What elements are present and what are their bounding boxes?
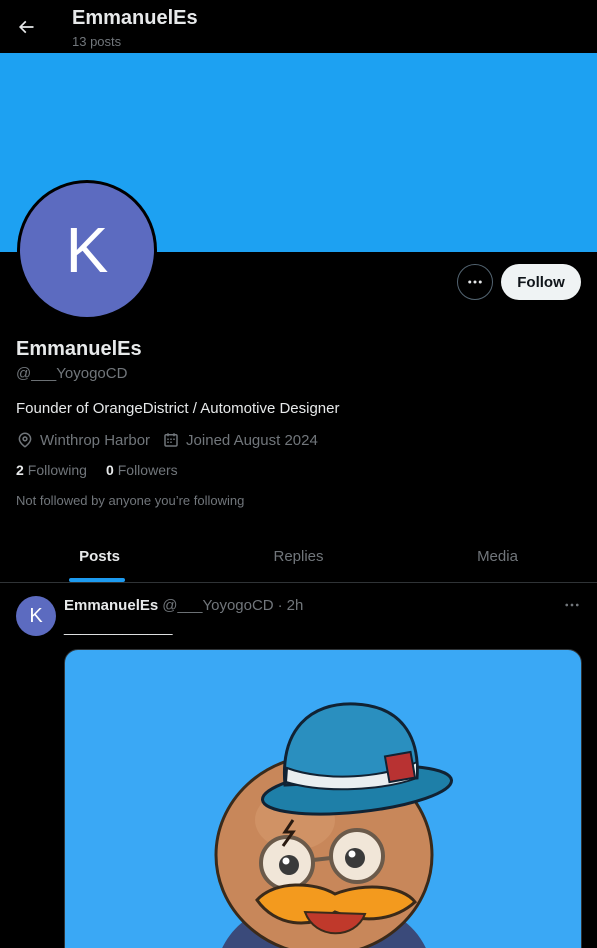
- back-button[interactable]: [10, 11, 42, 43]
- follow-stats: 2 Following 0 Followers: [16, 462, 197, 478]
- location-text: Winthrop Harbor: [40, 431, 151, 449]
- profile-handle: @___YoyogoCD: [16, 365, 128, 382]
- post-text: _____________: [64, 619, 173, 636]
- post-timestamp[interactable]: 2h: [287, 597, 304, 614]
- post-count: 13 posts: [72, 34, 122, 49]
- active-tab-indicator: [69, 578, 125, 582]
- post-item[interactable]: K EmmanuelEs @___YoyogoCD · 2h _________…: [0, 583, 597, 948]
- following-label: Following: [27, 462, 87, 478]
- post-media-image[interactable]: [64, 649, 582, 948]
- page-title: EmmanuelEs: [72, 7, 198, 29]
- follow-button[interactable]: Follow: [501, 264, 581, 300]
- post-separator: ·: [277, 597, 283, 614]
- profile-meta: Winthrop Harbor Joined August 2024: [16, 431, 330, 449]
- post-more-button[interactable]: [560, 595, 584, 615]
- duck-character-icon: [214, 702, 454, 948]
- followers-count: 0: [105, 462, 114, 478]
- more-horizontal-icon: [565, 603, 579, 607]
- following-link[interactable]: 2 Following: [16, 462, 87, 478]
- joined-text: Joined August 2024: [186, 431, 318, 449]
- post-avatar[interactable]: K: [16, 596, 56, 636]
- more-options-button[interactable]: [457, 264, 493, 300]
- profile-bio: Founder of OrangeDistrict / Automotive D…: [16, 400, 340, 417]
- location-item: Winthrop Harbor: [16, 431, 150, 449]
- location-pin-icon: [18, 432, 32, 448]
- post-header: EmmanuelEs @___YoyogoCD · 2h: [64, 597, 303, 614]
- more-horizontal-icon: [468, 280, 482, 284]
- profile-avatar[interactable]: K: [17, 180, 157, 320]
- tab-replies[interactable]: Replies: [199, 530, 398, 582]
- top-bar: EmmanuelEs 13 posts: [0, 0, 597, 53]
- tab-label: Posts: [79, 547, 120, 565]
- tab-label: Replies: [273, 547, 324, 565]
- calendar-icon: [164, 433, 178, 447]
- tab-media[interactable]: Media: [398, 530, 597, 582]
- avatar-letter: K: [20, 183, 154, 317]
- following-count: 2: [16, 462, 24, 478]
- tab-posts[interactable]: Posts: [0, 530, 199, 582]
- post-author-name[interactable]: EmmanuelEs: [64, 597, 158, 614]
- tab-label: Media: [477, 547, 518, 565]
- joined-item: Joined August 2024: [162, 431, 318, 449]
- arrow-left-icon: [18, 20, 34, 34]
- not-followed-note: Not followed by anyone you’re following: [16, 493, 245, 508]
- followers-label: Followers: [117, 462, 178, 478]
- profile-name: EmmanuelEs: [16, 338, 142, 360]
- profile-tabs: Posts Replies Media: [0, 530, 597, 583]
- post-author-handle[interactable]: @___YoyogoCD: [162, 597, 273, 614]
- followers-link[interactable]: 0 Followers: [106, 462, 178, 478]
